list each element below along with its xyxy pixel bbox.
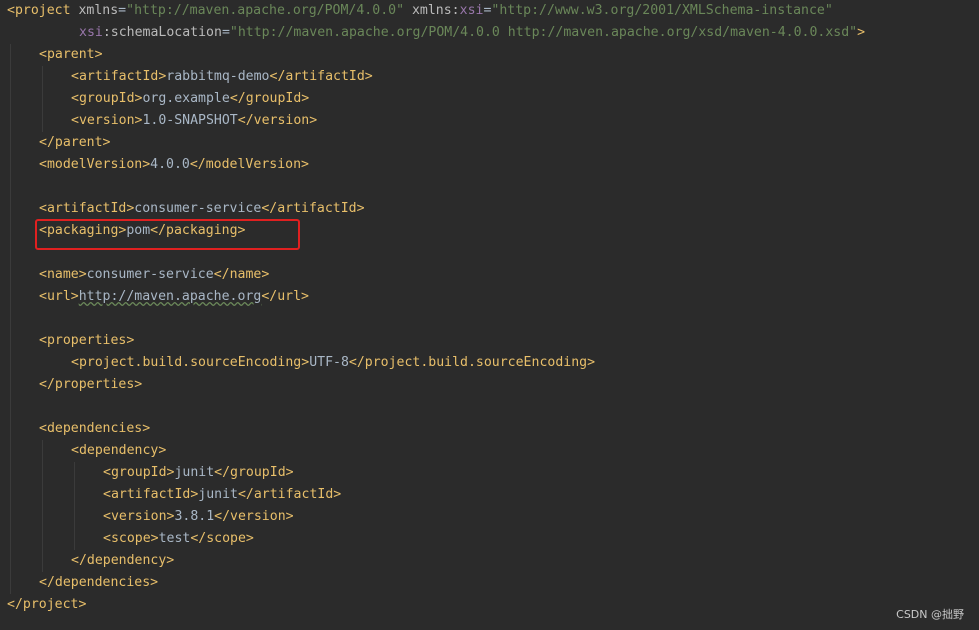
xml-tag: </groupId> (229, 91, 310, 106)
code-line-15: </properties> (39, 374, 142, 396)
code-line-12: <url>http://maven.apache.org</url> (39, 286, 309, 308)
code-line-2: xsi:schemaLocation="http://maven.apache.… (79, 22, 865, 44)
xml-text: org.example (142, 91, 230, 106)
xml-tag: </artifactId> (237, 487, 342, 502)
code-line-24: </project> (7, 594, 86, 616)
code-line-9: <artifactId>consumer-service</artifactId… (39, 198, 365, 220)
xml-tag: </name> (213, 267, 270, 282)
xml-text: 4.0.0 (150, 157, 190, 172)
xml-tag: </version> (214, 509, 294, 524)
url-link[interactable]: http://maven.apache.org (79, 289, 262, 304)
xml-tag: > (857, 25, 866, 40)
packaging-highlight-box (35, 219, 300, 250)
xml-text: test (158, 531, 191, 546)
xml-tag: <version> (103, 509, 175, 524)
code-line-6: <version>1.0-SNAPSHOT</version> (71, 110, 317, 132)
xml-tag: <groupId> (103, 465, 175, 480)
code-line-3: <parent> (39, 44, 103, 66)
xml-tag: </project> (7, 597, 87, 612)
xml-tag: <artifactId> (71, 69, 167, 84)
xml-tag: </modelVersion> (189, 157, 309, 172)
code-line-20: <version>3.8.1</version> (103, 506, 294, 528)
xml-colon: : (451, 3, 460, 18)
xml-tag: <parent> (39, 47, 103, 62)
xml-tag: <properties> (39, 333, 135, 348)
xml-tag: </dependencies> (39, 575, 159, 590)
code-line-16: <dependencies> (39, 418, 150, 440)
xml-text: junit (198, 487, 238, 502)
xml-tag: <project.build.sourceEncoding> (71, 355, 310, 370)
code-line-5: <groupId>org.example</groupId> (71, 88, 309, 110)
code-line-14: <project.build.sourceEncoding>UTF-8</pro… (71, 352, 595, 374)
xml-tag: <dependencies> (39, 421, 151, 436)
xml-tag: </groupId> (214, 465, 294, 480)
xml-colon: : (102, 25, 111, 40)
xml-text: rabbitmq-demo (166, 69, 270, 84)
xml-namespace: xsi (459, 3, 484, 18)
indent-guide (74, 462, 75, 550)
xml-tag: <url> (39, 289, 79, 304)
xml-tag: <name> (39, 267, 87, 282)
xml-tag: <groupId> (71, 91, 143, 106)
code-line-22: </dependency> (71, 550, 174, 572)
xml-space (404, 3, 412, 18)
xml-tag: <dependency> (71, 443, 167, 458)
xml-tag: </artifactId> (269, 69, 373, 84)
xml-tag: </parent> (39, 135, 111, 150)
xml-namespace: xsi (79, 25, 103, 40)
xml-tag: </url> (261, 289, 309, 304)
code-line-18: <groupId>junit</groupId> (103, 462, 294, 484)
xml-attribute: xmlns (78, 3, 119, 18)
xml-tag: </dependency> (71, 553, 175, 568)
xml-equals: = (118, 3, 127, 18)
xml-tag: <project (7, 3, 79, 18)
xml-tag: </version> (237, 113, 318, 128)
code-line-7: </parent> (39, 132, 110, 154)
code-line-13: <properties> (39, 330, 134, 352)
xml-tag: <version> (71, 113, 143, 128)
xml-tag: <artifactId> (103, 487, 199, 502)
code-line-19: <artifactId>junit</artifactId> (103, 484, 341, 506)
code-line-11: <name>consumer-service</name> (39, 264, 269, 286)
code-line-4: <artifactId>rabbitmq-demo</artifactId> (71, 66, 373, 88)
code-line-17: <dependency> (71, 440, 166, 462)
xml-tag: </scope> (190, 531, 254, 546)
xml-tag: </properties> (39, 377, 143, 392)
code-line-1: <project xmlns="http://maven.apache.org/… (7, 0, 833, 22)
xml-tag: </artifactId> (261, 201, 365, 216)
xml-attribute-value: "http://www.w3.org/2001/XMLSchema-instan… (491, 3, 833, 18)
xml-text: consumer-service (134, 201, 262, 216)
xml-attribute: schemaLocation (110, 25, 222, 40)
xml-attribute-value: "http://maven.apache.org/POM/4.0.0" (126, 3, 405, 18)
xml-text: consumer-service (86, 267, 214, 282)
xml-text: 1.0-SNAPSHOT (142, 113, 238, 128)
code-line-8: <modelVersion>4.0.0</modelVersion> (39, 154, 309, 176)
xml-attribute: xmlns (411, 3, 452, 18)
xml-text: UTF-8 (309, 355, 349, 370)
xml-text: 3.8.1 (174, 509, 215, 524)
code-line-21: <scope>test</scope> (103, 528, 254, 550)
xml-attribute-value: "http://maven.apache.org/POM/4.0.0 http:… (229, 25, 858, 40)
code-editor[interactable]: <project xmlns="http://maven.apache.org/… (0, 0, 979, 630)
xml-tag: <scope> (103, 531, 159, 546)
indent-guide (42, 440, 43, 572)
xml-tag: </project.build.sourceEncoding> (348, 355, 596, 370)
xml-tag: <artifactId> (39, 201, 135, 216)
code-line-23: </dependencies> (39, 572, 158, 594)
xml-text: junit (174, 465, 215, 480)
csdn-watermark: CSDN @拙野 (896, 608, 964, 621)
indent-guide (42, 66, 43, 132)
xml-equals: = (221, 25, 230, 40)
indent-guide (10, 44, 11, 594)
xml-tag: <modelVersion> (39, 157, 151, 172)
